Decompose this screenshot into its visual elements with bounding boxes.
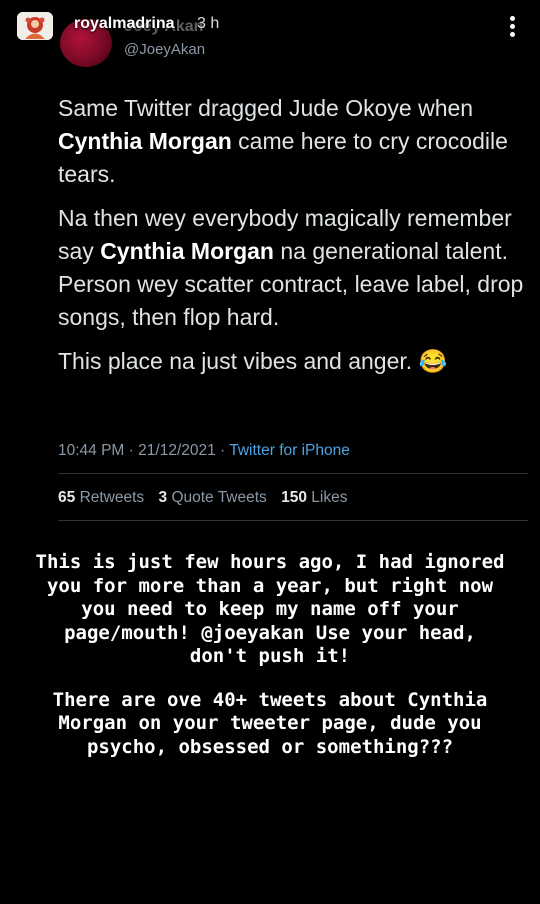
likes-stat[interactable]: 150 Likes (281, 489, 347, 506)
story-caption: This is just few hours ago, I had ignore… (30, 551, 510, 779)
tweet-source-link[interactable]: Twitter for iPhone (229, 442, 350, 459)
quote-tweets-stat[interactable]: 3 Quote Tweets (159, 489, 267, 506)
tweet-paragraph: Same Twitter dragged Jude Okoye when Cyn… (58, 95, 508, 187)
tweet-paragraph: Na then wey everybody magically remember… (58, 205, 524, 330)
divider (58, 473, 528, 474)
caption-paragraph: This is just few hours ago, I had ignore… (35, 551, 505, 667)
more-vertical-icon[interactable] (498, 8, 530, 44)
tweet-timestamp: 10:44 PM · 21/12/2021 · Twitter for iPho… (58, 442, 350, 459)
tweet-handle[interactable]: @JoeyAkan (124, 41, 205, 58)
story-avatar[interactable] (17, 12, 53, 40)
story-time: 3 h (197, 15, 220, 32)
tweet-paragraph: This place na just vibes and anger. 😂 (58, 348, 448, 374)
retweets-stat[interactable]: 65 Retweets (58, 489, 144, 506)
caption-paragraph: There are ove 40+ tweets about Cynthia M… (52, 688, 488, 758)
tweet-text: Same Twitter dragged Jude Okoye when Cyn… (58, 92, 528, 389)
story-username[interactable]: royalmadrina (74, 15, 174, 33)
laughing-emoji-icon: 😂 (418, 348, 448, 374)
avatar-illustration (17, 12, 53, 40)
divider (58, 520, 528, 521)
tweet-stats: 65 Retweets 3 Quote Tweets 150 Likes (58, 489, 347, 507)
